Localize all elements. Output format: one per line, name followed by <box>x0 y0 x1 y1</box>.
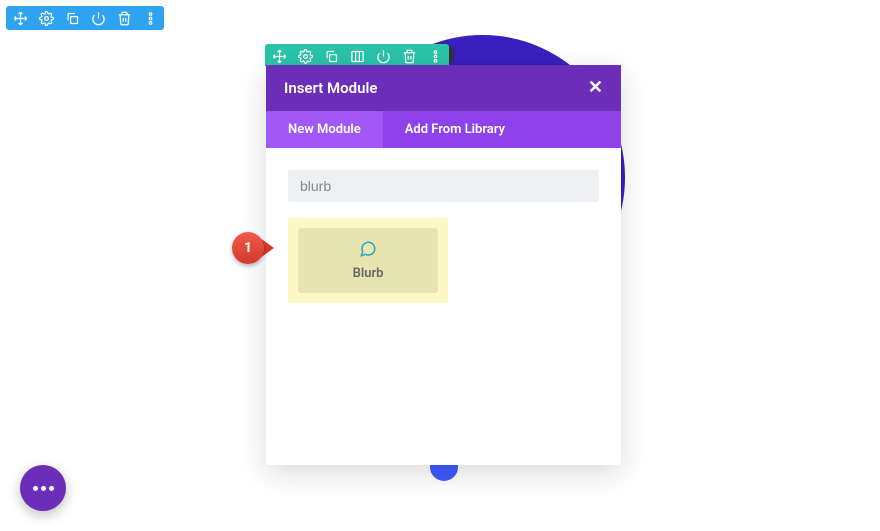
more-icon[interactable] <box>427 48 443 64</box>
search-input[interactable] <box>288 170 599 202</box>
modal-tabs: New Module Add From Library <box>266 111 621 148</box>
gear-icon[interactable] <box>297 48 313 64</box>
section-toolbar <box>6 6 164 30</box>
module-highlight: Blurb <box>288 218 448 303</box>
power-icon[interactable] <box>375 48 391 64</box>
move-icon[interactable] <box>12 10 28 26</box>
columns-icon[interactable] <box>349 48 365 64</box>
builder-fab[interactable] <box>20 465 66 511</box>
insert-module-modal: Insert Module ✕ New Module Add From Libr… <box>266 65 621 465</box>
modal-header: Insert Module ✕ <box>266 65 621 111</box>
tab-new-module[interactable]: New Module <box>266 111 383 148</box>
gear-icon[interactable] <box>38 10 54 26</box>
callout-number: 1 <box>232 232 264 264</box>
close-icon[interactable]: ✕ <box>588 79 603 97</box>
module-label: Blurb <box>353 266 384 281</box>
modal-title: Insert Module <box>284 79 377 97</box>
trash-icon[interactable] <box>401 48 417 64</box>
tab-add-library[interactable]: Add From Library <box>383 111 527 148</box>
move-icon[interactable] <box>271 48 287 64</box>
duplicate-icon[interactable] <box>323 48 339 64</box>
trash-icon[interactable] <box>116 10 132 26</box>
power-icon[interactable] <box>90 10 106 26</box>
more-icon[interactable] <box>142 10 158 26</box>
callout-1: 1 <box>232 232 274 264</box>
blurb-icon <box>359 240 377 262</box>
module-blurb[interactable]: Blurb <box>298 228 438 293</box>
modal-body: Blurb <box>266 148 621 465</box>
duplicate-icon[interactable] <box>64 10 80 26</box>
